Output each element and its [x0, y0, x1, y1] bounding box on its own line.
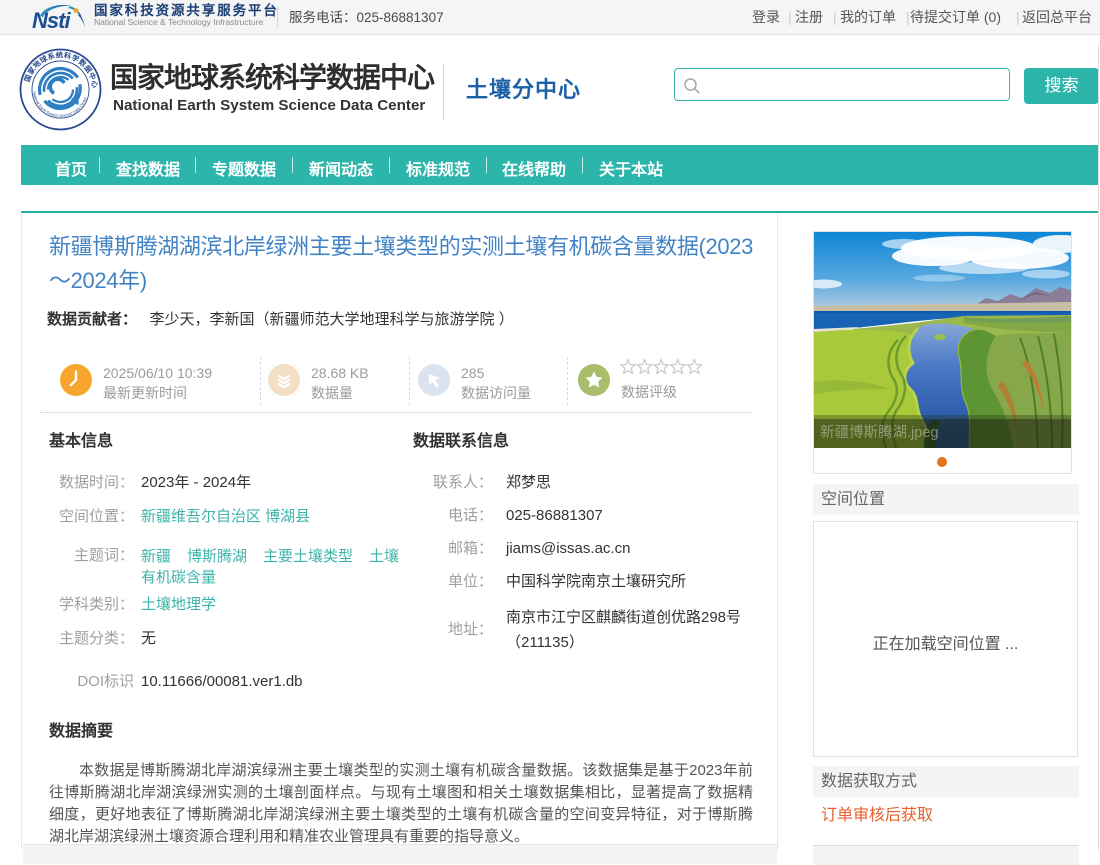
svg-text:Nsti: Nsti	[32, 8, 71, 33]
